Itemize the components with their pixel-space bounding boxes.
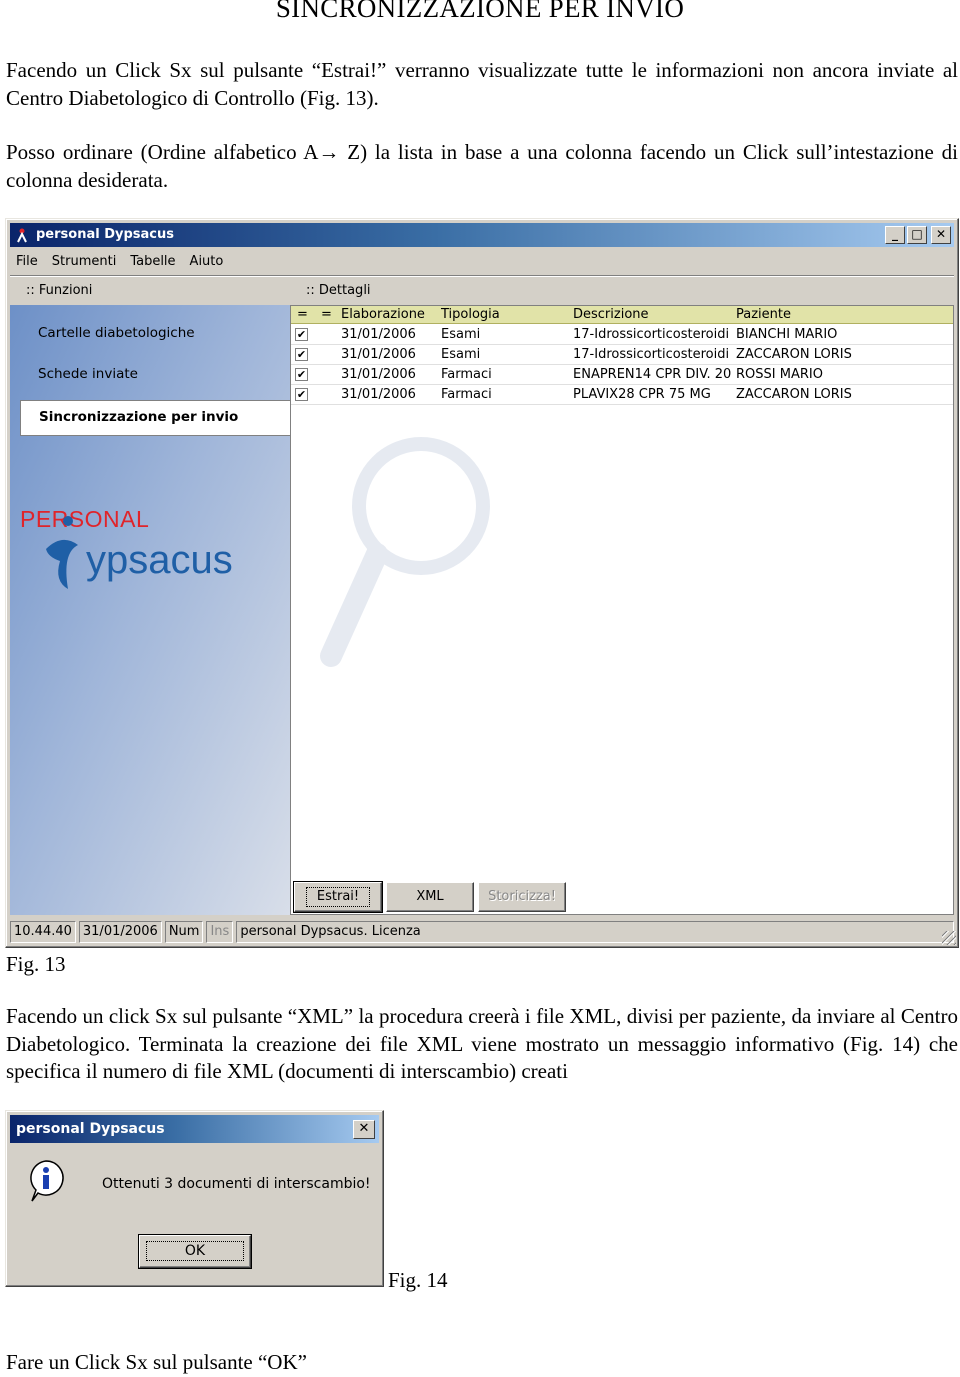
dypsacus-logo: PERSONAL ypsacus — [20, 506, 233, 589]
table-row[interactable]: ✔ 31/01/2006 Farmaci PLAVIX28 CPR 75 MG … — [291, 385, 953, 405]
grid-header-descrizione[interactable]: Descrizione — [573, 307, 649, 322]
storicizza-button[interactable]: Storicizza! — [478, 882, 566, 912]
menu-divider — [10, 275, 954, 277]
status-license: personal Dypsacus. Licenza — [236, 921, 954, 943]
minimize-button[interactable]: _ — [885, 226, 905, 244]
action-buttons: Estrai! XML Storicizza! — [293, 881, 566, 913]
app-window: personal Dypsacus _ □ ✕ File Strumenti T… — [5, 218, 959, 948]
table-row[interactable]: ✔ 31/01/2006 Esami 17-Idrossicorticoster… — [291, 325, 953, 345]
functions-header: :: Funzioni — [26, 283, 93, 298]
cell-elaborazione: 31/01/2006 — [341, 367, 416, 382]
cell-tipologia: Esami — [441, 327, 481, 342]
grid-header-elaborazione[interactable]: Elaborazione — [341, 307, 425, 322]
cell-tipologia: Farmaci — [441, 367, 492, 382]
details-grid: = = Elaborazione Tipologia Descrizione P… — [290, 305, 954, 915]
status-date: 31/01/2006 — [78, 921, 162, 943]
menu-file[interactable]: File — [16, 254, 38, 269]
cell-paziente: ZACCARON LORIS — [736, 387, 852, 402]
close-button[interactable]: ✕ — [931, 226, 951, 244]
paragraph-sorting: Posso ordinare (Ordine alfabetico A→ Z) … — [6, 140, 958, 192]
grid-header-tipologia[interactable]: Tipologia — [441, 307, 500, 322]
cell-tipologia: Esami — [441, 347, 481, 362]
menu-tabelle[interactable]: Tabelle — [130, 254, 175, 269]
row-checkbox[interactable]: ✔ — [295, 328, 308, 341]
cell-descrizione: ENAPREN14 CPR DIV. 20 — [573, 367, 731, 382]
cell-descrizione: 17-Idrossicorticosteroidi urir — [573, 347, 731, 362]
logo-text-dypsacus: ypsacus — [86, 538, 233, 582]
magnifier-watermark-icon — [320, 437, 490, 667]
message-dialog: personal Dypsacus ✕ Ottenuti 3 documenti… — [5, 1110, 384, 1287]
cell-paziente: ROSSI MARIO — [736, 367, 823, 382]
cell-paziente: BIANCHI MARIO — [736, 327, 838, 342]
window-title: personal Dypsacus — [36, 227, 174, 242]
ok-button[interactable]: OK — [138, 1234, 252, 1269]
row-checkbox[interactable]: ✔ — [295, 348, 308, 361]
nav-sincronizzazione-per-invio[interactable]: Sincronizzazione per invio — [20, 400, 290, 436]
dialog-title: personal Dypsacus — [16, 1121, 165, 1137]
estrai-button[interactable]: Estrai! — [293, 881, 383, 913]
logo-figure-head — [63, 516, 73, 526]
caption-fig14: Fig. 14 — [388, 1268, 448, 1292]
cell-elaborazione: 31/01/2006 — [341, 327, 416, 342]
table-row[interactable]: ✔ 31/01/2006 Esami 17-Idrossicorticoster… — [291, 345, 953, 365]
caption-fig13: Fig. 13 — [6, 952, 66, 976]
cell-descrizione: PLAVIX28 CPR 75 MG — [573, 387, 711, 402]
status-time: 10.44.40 — [10, 921, 76, 943]
status-num: Num — [164, 921, 204, 943]
maximize-button[interactable]: □ — [907, 226, 927, 244]
menu-bar: File Strumenti Tabelle Aiuto — [10, 249, 954, 273]
details-header: :: Dettagli — [306, 283, 371, 298]
status-bar: 10.44.40 31/01/2006 Num Ins personal Dyp… — [10, 921, 954, 943]
grid-header-check[interactable]: = — [297, 307, 308, 322]
cell-elaborazione: 31/01/2006 — [341, 387, 416, 402]
final-instruction: Fare un Click Sx sul pulsante “OK” — [6, 1350, 307, 1374]
dialog-message: Ottenuti 3 documenti di interscambio! — [102, 1176, 371, 1192]
grid-header-row: = = Elaborazione Tipologia Descrizione P… — [291, 306, 953, 324]
row-checkbox[interactable]: ✔ — [295, 388, 308, 401]
logo-text-personal: PERSONAL — [20, 506, 149, 532]
dialog-close-button[interactable]: ✕ — [353, 1120, 375, 1139]
table-row[interactable]: ✔ 31/01/2006 Farmaci ENAPREN14 CPR DIV. … — [291, 365, 953, 385]
cell-elaborazione: 31/01/2006 — [341, 347, 416, 362]
resize-grip-icon[interactable] — [942, 931, 956, 945]
paragraph-intro: Facendo un Click Sx sul pulsante “Estrai… — [6, 58, 958, 110]
ok-label: OK — [146, 1241, 244, 1261]
xml-button[interactable]: XML — [386, 882, 474, 912]
nav-schede-inviate[interactable]: Schede inviate — [38, 366, 138, 382]
app-icon — [17, 228, 27, 243]
cell-paziente: ZACCARON LORIS — [736, 347, 852, 362]
grid-header-paziente[interactable]: Paziente — [736, 307, 791, 322]
grid-header-flag[interactable]: = — [321, 307, 332, 322]
window-titlebar[interactable]: personal Dypsacus _ □ ✕ — [10, 223, 954, 247]
page-title: SINCRONIZZAZIONE PER INVIO — [275, 0, 685, 23]
info-icon — [30, 1160, 64, 1202]
cell-tipologia: Farmaci — [441, 387, 492, 402]
functions-panel: Cartelle diabetologiche Schede inviate S… — [10, 305, 290, 915]
dialog-titlebar[interactable]: personal Dypsacus ✕ — [10, 1115, 379, 1143]
cell-descrizione: 17-Idrossicorticosteroidi urir — [573, 327, 731, 342]
logo-figure-body — [46, 539, 78, 589]
estrai-label: Estrai! — [305, 887, 371, 907]
nav-cartelle-diabetologiche[interactable]: Cartelle diabetologiche — [38, 325, 195, 341]
menu-strumenti[interactable]: Strumenti — [52, 254, 117, 269]
paragraph-xml: Facendo un click Sx sul pulsante “XML” l… — [6, 1004, 958, 1083]
menu-aiuto[interactable]: Aiuto — [190, 254, 224, 269]
row-checkbox[interactable]: ✔ — [295, 368, 308, 381]
status-ins: Ins — [206, 921, 234, 943]
